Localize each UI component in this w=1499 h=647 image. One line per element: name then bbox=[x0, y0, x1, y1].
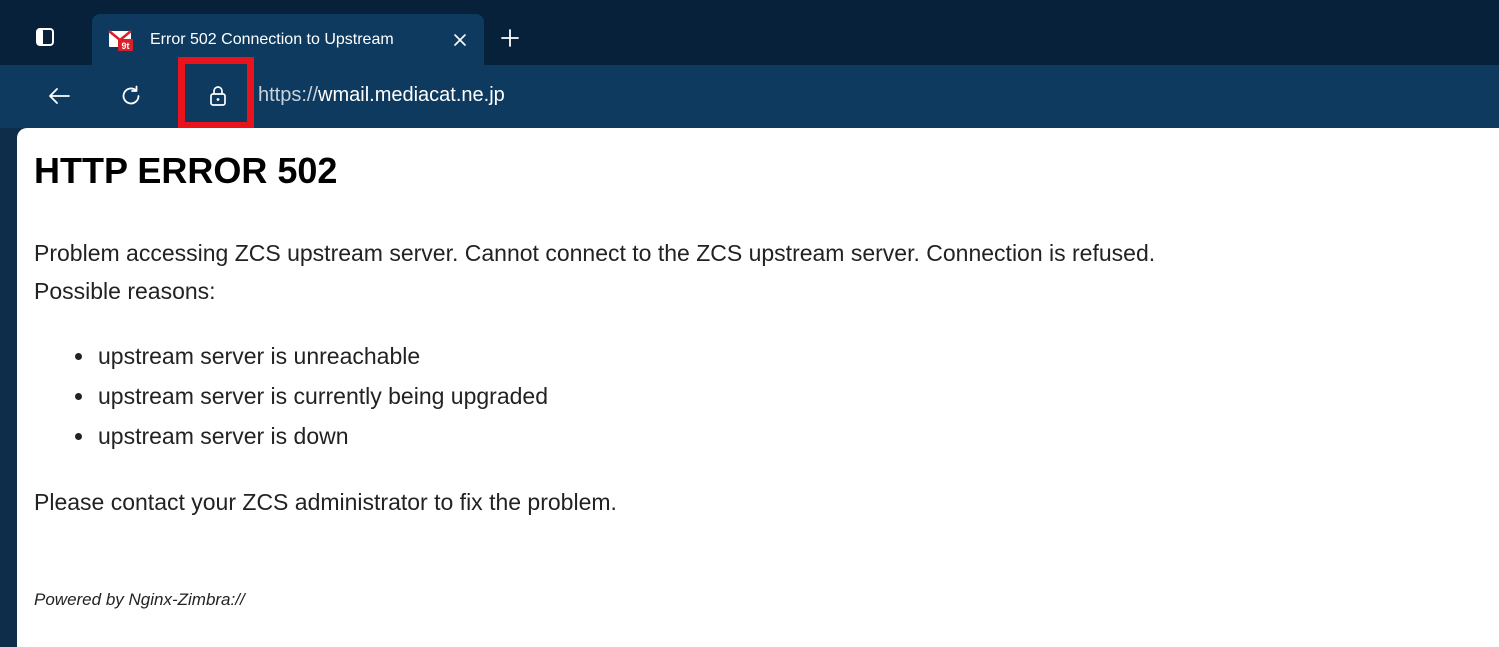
page-content: HTTP ERROR 502 Problem accessing ZCS ups… bbox=[17, 128, 1499, 647]
url-host: wmail.mediacat.ne.jp bbox=[318, 84, 505, 106]
reasons-intro: Possible reasons: bbox=[34, 278, 216, 304]
tab-strip: 9t Error 502 Connection to Upstream bbox=[0, 0, 1499, 65]
svg-text:9t: 9t bbox=[121, 41, 129, 51]
zimbra-mail-icon: 9t bbox=[108, 27, 134, 53]
tab-title: Error 502 Connection to Upstream bbox=[150, 30, 394, 48]
reasons-list: upstream server is unreachable upstream … bbox=[34, 336, 548, 456]
tab-active[interactable]: 9t Error 502 Connection to Upstream bbox=[92, 14, 484, 65]
url-scheme: https:// bbox=[258, 84, 319, 106]
list-item: upstream server is currently being upgra… bbox=[96, 376, 548, 416]
back-arrow-icon[interactable] bbox=[44, 81, 74, 111]
refresh-icon[interactable] bbox=[116, 81, 146, 111]
close-tab-icon[interactable] bbox=[448, 28, 472, 52]
lock-highlight-box bbox=[178, 57, 254, 129]
error-description: Problem accessing ZCS upstream server. C… bbox=[34, 234, 1464, 310]
new-tab-icon[interactable] bbox=[498, 26, 522, 50]
contact-admin-text: Please contact your ZCS administrator to… bbox=[34, 489, 617, 515]
tab-actions-icon[interactable] bbox=[34, 26, 56, 48]
list-item: upstream server is unreachable bbox=[96, 336, 548, 376]
list-item: upstream server is down bbox=[96, 416, 548, 456]
powered-by-footer: Powered by Nginx-Zimbra:// bbox=[34, 590, 245, 609]
page-title: HTTP ERROR 502 bbox=[34, 150, 338, 191]
error-description-text: Problem accessing ZCS upstream server. C… bbox=[34, 240, 1156, 266]
address-bar[interactable]: https://wmail.mediacat.ne.jp bbox=[258, 84, 505, 107]
